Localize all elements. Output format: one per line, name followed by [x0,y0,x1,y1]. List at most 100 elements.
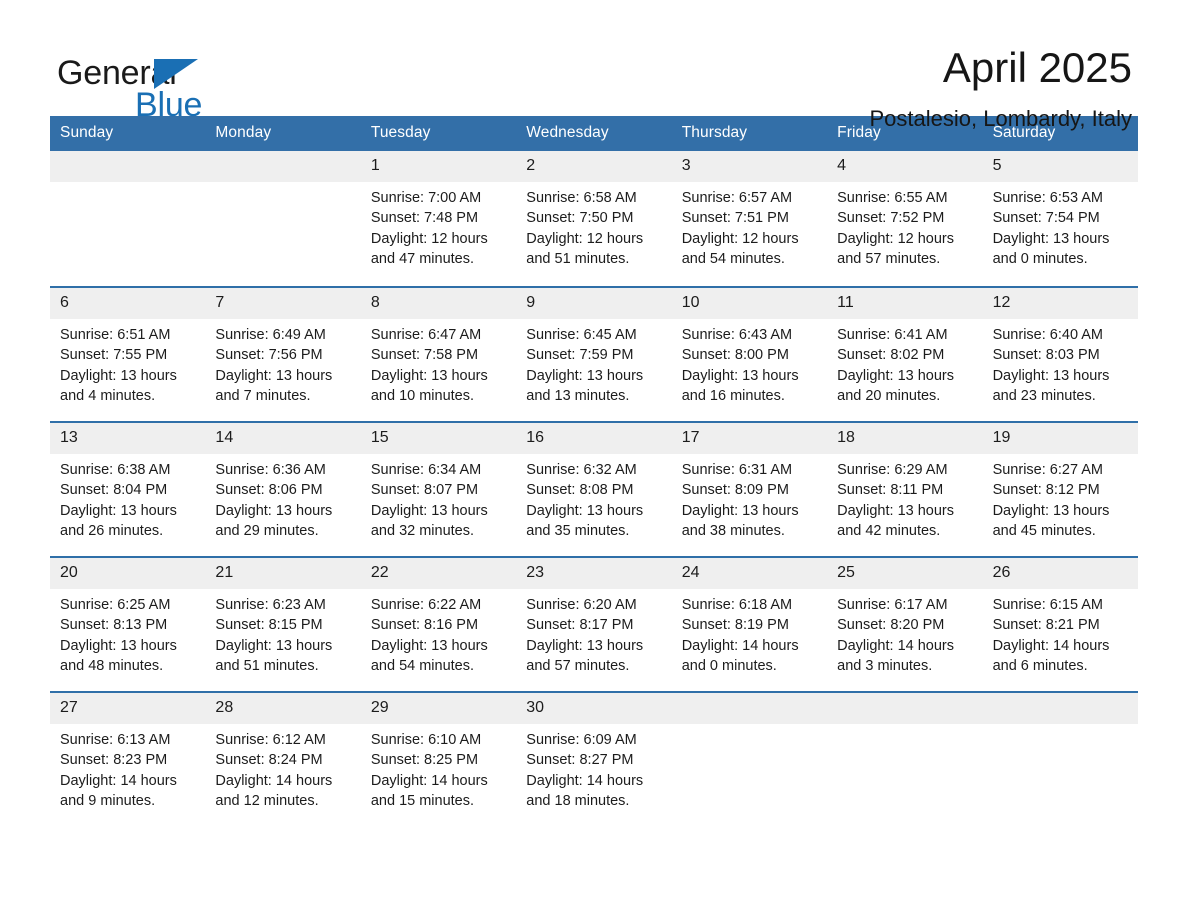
day-details: Sunrise: 6:18 AM Sunset: 8:19 PM Daylight:… [672,589,827,676]
day-number: 12 [982,288,1138,319]
daylight-text: Daylight: 14 hours and 18 minutes. [526,772,644,809]
sunrise-text: Sunrise: 6:38 AM [60,462,171,478]
day-cell[interactable]: 20 Sunrise: 6:25 AM Sunset: 8:13 PM Dayligh… [50,558,206,691]
daylight-text: Daylight: 14 hours and 15 minutes. [370,772,488,809]
day-cell-empty [50,151,206,286]
general-blue-logo[interactable]: General Blue [57,44,217,122]
day-cell[interactable]: 28 Sunrise: 6:12 AM Sunset: 8:24 PM Dayligh… [205,693,361,826]
day-cell[interactable]: 21 Sunrise: 6:23 AM Sunset: 8:15 PM Dayligh… [205,558,361,691]
day-number: 21 [205,558,361,589]
day-number [50,151,206,182]
day-cell[interactable]: 18 Sunrise: 6:29 AM Sunset: 8:11 PM Dayligh… [827,423,983,556]
day-cell[interactable]: 8 Sunrise: 6:47 AM Sunset: 7:58 PM Daylight… [360,288,517,421]
sunrise-text: Sunrise: 6:10 AM [370,732,482,748]
sunrise-text: Sunrise: 6:18 AM [681,597,793,613]
day-number: 2 [516,151,672,182]
sunset-text: Sunset: 8:15 PM [215,617,323,634]
sunrise-text: Sunrise: 6:58 AM [526,190,637,206]
day-cell[interactable]: 11 Sunrise: 6:41 AM Sunset: 8:02 PM Dayligh… [827,288,983,421]
day-details: Sunrise: 6:09 AM Sunset: 8:27 PM Daylight:… [516,724,671,811]
sunset-text: Sunset: 8:20 PM [837,617,945,634]
day-details: Sunrise: 6:49 AM Sunset: 7:56 PM Daylight:… [205,319,360,406]
sunrise-text: Sunrise: 6:22 AM [370,597,482,613]
day-details: Sunrise: 6:23 AM Sunset: 8:15 PM Daylight:… [205,589,360,676]
day-cell[interactable]: 15 Sunrise: 6:34 AM Sunset: 8:07 PM Dayligh… [360,423,517,556]
day-cell[interactable]: 30 Sunrise: 6:09 AM Sunset: 8:27 PM Dayligh… [516,693,672,826]
daylight-text: Daylight: 12 hours and 47 minutes. [370,230,488,267]
day-cell[interactable]: 10 Sunrise: 6:43 AM Sunset: 8:00 PM Dayligh… [671,288,828,421]
daylight-text: Daylight: 13 hours and 20 minutes. [837,367,955,404]
day-cell[interactable]: 27 Sunrise: 6:13 AM Sunset: 8:23 PM Dayligh… [50,693,206,826]
day-number: 19 [982,423,1138,454]
day-cell[interactable]: 7 Sunrise: 6:49 AM Sunset: 7:56 PM Daylight… [205,288,361,421]
sunset-text: Sunset: 8:04 PM [60,482,168,499]
sunrise-text: Sunrise: 6:20 AM [526,597,637,613]
sunset-text: Sunset: 8:13 PM [60,617,168,634]
day-details: Sunrise: 6:51 AM Sunset: 7:55 PM Daylight:… [50,319,205,406]
daylight-text: Daylight: 12 hours and 57 minutes. [837,230,955,267]
weekday-header-thursday: Thursday [681,124,748,141]
sunrise-text: Sunrise: 6:41 AM [837,327,948,343]
sunset-text: Sunset: 8:02 PM [837,347,945,364]
day-cell[interactable]: 23 Sunrise: 6:20 AM Sunset: 8:17 PM Dayligh… [516,558,672,691]
sunset-text: Sunset: 7:48 PM [370,210,479,227]
daylight-text: Daylight: 13 hours and 26 minutes. [60,502,177,539]
day-number [671,693,828,724]
daylight-text: Daylight: 13 hours and 7 minutes. [215,367,333,404]
sunrise-text: Sunrise: 6:45 AM [526,327,637,343]
daylight-text: Daylight: 13 hours and 45 minutes. [992,502,1110,539]
daylight-text: Daylight: 13 hours and 38 minutes. [681,502,799,539]
day-number: 18 [827,423,983,454]
day-cell[interactable]: 2 Sunrise: 6:58 AM Sunset: 7:50 PM Daylight… [516,151,672,286]
sunrise-text: Sunrise: 6:47 AM [370,327,482,343]
daylight-text: Daylight: 13 hours and 10 minutes. [370,367,488,404]
day-details: Sunrise: 6:31 AM Sunset: 8:09 PM Daylight:… [672,454,827,541]
day-cell[interactable]: 13 Sunrise: 6:38 AM Sunset: 8:04 PM Dayligh… [50,423,206,556]
day-cell[interactable]: 29 Sunrise: 6:10 AM Sunset: 8:25 PM Dayligh… [360,693,517,826]
day-cell[interactable]: 4 Sunrise: 6:55 AM Sunset: 7:52 PM Daylight… [827,151,983,286]
daylight-text: Daylight: 13 hours and 35 minutes. [526,502,644,539]
day-cell[interactable]: 16 Sunrise: 6:32 AM Sunset: 8:08 PM Dayligh… [516,423,672,556]
day-details: Sunrise: 6:58 AM Sunset: 7:50 PM Daylight:… [516,182,671,269]
day-number: 14 [205,423,361,454]
day-cell[interactable]: 1 Sunrise: 7:00 AM Sunset: 7:48 PM Daylight… [360,151,517,286]
day-cell[interactable]: 19 Sunrise: 6:27 AM Sunset: 8:12 PM Dayligh… [982,423,1138,556]
sunset-text: Sunset: 8:08 PM [526,482,634,499]
day-cell[interactable]: 25 Sunrise: 6:17 AM Sunset: 8:20 PM Dayligh… [827,558,983,691]
sunrise-text: Sunrise: 6:36 AM [215,462,326,478]
day-cell[interactable]: 6 Sunrise: 6:51 AM Sunset: 7:55 PM Daylight… [50,288,206,421]
day-cell[interactable]: 17 Sunrise: 6:31 AM Sunset: 8:09 PM Dayligh… [671,423,828,556]
day-number: 16 [516,423,672,454]
sunset-text: Sunset: 7:54 PM [992,210,1100,227]
weekday-header-tuesday: Tuesday [370,124,431,141]
day-cell[interactable]: 26 Sunrise: 6:15 AM Sunset: 8:21 PM Dayligh… [982,558,1138,691]
daylight-text: Daylight: 14 hours and 6 minutes. [992,637,1110,674]
day-cell[interactable]: 5 Sunrise: 6:53 AM Sunset: 7:54 PM Daylight… [982,151,1138,286]
calendar-weeks: 1 Sunrise: 7:00 AM Sunset: 7:48 PM Daylight… [50,151,1138,826]
day-cell-empty [827,693,983,826]
sunset-text: Sunset: 8:11 PM [837,482,944,499]
sunrise-text: Sunrise: 6:53 AM [992,190,1103,206]
day-cell[interactable]: 22 Sunrise: 6:22 AM Sunset: 8:16 PM Dayligh… [360,558,517,691]
weekday-header-wednesday: Wednesday [526,124,609,141]
day-details: Sunrise: 6:43 AM Sunset: 8:00 PM Daylight:… [672,319,827,406]
day-cell-empty [671,693,828,826]
day-number: 25 [827,558,983,589]
day-cell[interactable]: 9 Sunrise: 6:45 AM Sunset: 7:59 PM Daylight… [516,288,672,421]
sunset-text: Sunset: 7:56 PM [215,347,323,364]
day-cell[interactable]: 14 Sunrise: 6:36 AM Sunset: 8:06 PM Dayligh… [205,423,361,556]
sunrise-text: Sunrise: 6:09 AM [526,732,637,748]
day-cell[interactable]: 12 Sunrise: 6:40 AM Sunset: 8:03 PM Dayligh… [982,288,1138,421]
sunset-text: Sunset: 7:52 PM [837,210,945,227]
day-number: 4 [827,151,983,182]
day-cell-empty [982,693,1138,826]
sunrise-text: Sunrise: 7:00 AM [370,190,482,206]
sunrise-text: Sunrise: 6:31 AM [681,462,793,478]
sunrise-text: Sunrise: 6:51 AM [60,327,171,343]
day-cell[interactable]: 3 Sunrise: 6:57 AM Sunset: 7:51 PM Daylight… [671,151,828,286]
day-number: 6 [50,288,206,319]
day-number: 15 [360,423,517,454]
sunset-text: Sunset: 7:59 PM [526,347,634,364]
day-details: Sunrise: 6:13 AM Sunset: 8:23 PM Daylight:… [50,724,205,811]
day-cell[interactable]: 24 Sunrise: 6:18 AM Sunset: 8:19 PM Dayligh… [671,558,828,691]
